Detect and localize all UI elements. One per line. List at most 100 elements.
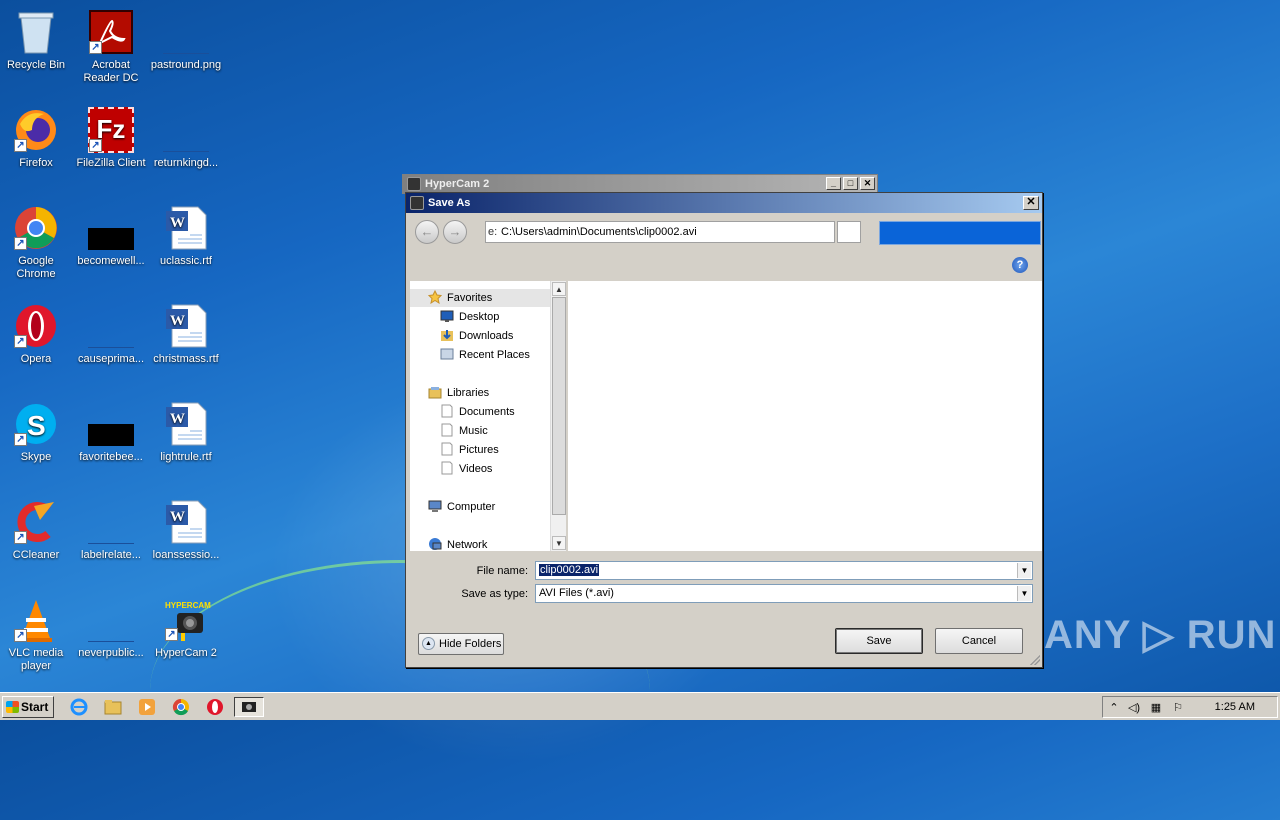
desktop-icon-pastround[interactable]: pastround.png <box>148 8 224 72</box>
hide-folders-button[interactable]: ▲ Hide Folders <box>418 633 504 655</box>
address-bar[interactable]: e: C:\Users\admin\Documents\clip0002.avi <box>485 221 835 243</box>
desktop-icon-label: becomewell... <box>77 255 145 267</box>
file-name-field[interactable]: clip0002.avi ▼ <box>535 561 1033 580</box>
file-thumbnail-icon <box>87 498 135 546</box>
desktop-icon-returnkingd[interactable]: returnkingd... <box>148 106 224 170</box>
taskbar-media-player-icon[interactable] <box>136 697 158 717</box>
save-as-type-select[interactable]: AVI Files (*.avi) ▼ <box>535 584 1033 603</box>
desktop-icon-ccleaner[interactable]: ↗ CCleaner <box>0 498 74 562</box>
search-input[interactable] <box>879 221 1041 245</box>
system-tray: ⌃ ◁) ▦ ⚐ 1:25 AM <box>1102 696 1278 718</box>
hypercam-window[interactable]: HyperCam 2 _ □ ✕ <box>402 174 878 194</box>
dialog-close-button[interactable]: ✕ <box>1023 196 1039 210</box>
desktop-icon-acrobat[interactable]: ↗ Acrobat Reader DC <box>73 8 149 85</box>
tree-item-libraries[interactable]: Libraries <box>410 384 489 402</box>
resize-grip[interactable] <box>1030 655 1040 665</box>
star-icon <box>427 289 443 305</box>
tree-item-computer[interactable]: Computer <box>410 498 495 516</box>
chevron-down-icon[interactable]: ▼ <box>1017 563 1031 578</box>
recycle-bin-icon <box>12 8 60 56</box>
file-list-pane[interactable] <box>568 281 1042 551</box>
start-button[interactable]: Start <box>2 696 54 718</box>
tree-item-network[interactable]: Network <box>410 536 487 551</box>
anyrun-watermark: ANY ▷ RUN <box>1044 613 1277 657</box>
hypercam-title: HyperCam 2 <box>425 178 490 190</box>
save-as-dialog[interactable]: Save As ✕ ← → e: C:\Users\admin\Document… <box>405 192 1043 668</box>
clock[interactable]: 1:25 AM <box>1215 697 1255 717</box>
cancel-button[interactable]: Cancel <box>935 628 1023 654</box>
chevron-down-icon[interactable]: ▼ <box>1017 586 1031 601</box>
taskbar-chrome-icon[interactable] <box>170 697 192 717</box>
desktop-icon-label: Google Chrome <box>16 255 56 280</box>
scrollbar-thumb[interactable] <box>552 297 566 515</box>
back-button[interactable]: ← <box>415 220 439 244</box>
desktop-icon-causeprima[interactable]: causeprima... <box>73 302 149 366</box>
desktop-icon-label: Acrobat Reader DC <box>83 59 139 84</box>
taskbar: Start ⌃ ◁) ▦ ⚐ 1:25 AM <box>0 692 1280 720</box>
desktop-icon-skype[interactable]: S ↗ Skype <box>0 400 74 464</box>
desktop-icon-label: HyperCam 2 <box>155 647 217 659</box>
save-button[interactable]: Save <box>835 628 923 654</box>
desktop-icon-label: causeprima... <box>77 353 145 365</box>
desktop-icon-label: FileZilla Client <box>76 157 146 169</box>
desktop-icon-becomewell[interactable]: becomewell... <box>73 204 149 268</box>
desktop-icon-uclassic[interactable]: W uclassic.rtf <box>148 204 224 268</box>
tree-item-music[interactable]: Music <box>410 422 488 440</box>
tree-item-videos[interactable]: Videos <box>410 460 492 478</box>
scroll-up-arrow-icon[interactable]: ▲ <box>552 282 566 296</box>
ccleaner-icon: ↗ <box>12 498 60 546</box>
desktop-icon-firefox[interactable]: ↗ Firefox <box>0 106 74 170</box>
word-document-icon: W <box>162 302 210 350</box>
tree-item-favorites[interactable]: Favorites <box>410 289 550 307</box>
save-as-type-value: AVI Files (*.avi) <box>539 587 614 599</box>
action-center-flag-icon[interactable]: ⚐ <box>1171 701 1185 715</box>
desktop-icon-labelrelate[interactable]: labelrelate... <box>73 498 149 562</box>
desktop-icon-favoritebee[interactable]: favoritebee... <box>73 400 149 464</box>
skype-icon: S ↗ <box>12 400 60 448</box>
minimize-button[interactable]: _ <box>826 177 841 190</box>
tree-item-pictures[interactable]: Pictures <box>410 441 499 459</box>
taskbar-hypercam-icon[interactable] <box>234 697 264 717</box>
desktop-icon-recycle-bin[interactable]: Recycle Bin <box>0 8 74 72</box>
computer-icon <box>428 499 442 513</box>
desktop-icon-opera[interactable]: ↗ Opera <box>0 302 74 366</box>
volume-icon[interactable]: ◁) <box>1127 701 1141 715</box>
desktop-icon-hypercam[interactable]: HYPERCAM ↗ HyperCam 2 <box>148 596 224 660</box>
desktop-folder-icon <box>440 309 454 323</box>
desktop-icon-label: Opera <box>20 353 52 365</box>
taskbar-ie-icon[interactable] <box>68 697 90 717</box>
maximize-button[interactable]: □ <box>843 177 858 190</box>
network-tray-icon[interactable]: ▦ <box>1149 701 1163 715</box>
forward-button[interactable]: → <box>443 220 467 244</box>
taskbar-explorer-icon[interactable] <box>102 697 124 717</box>
help-icon[interactable]: ? <box>1012 257 1028 273</box>
desktop-icon-filezilla[interactable]: Fz ↗ FileZilla Client <box>73 106 149 170</box>
tree-item-downloads[interactable]: Downloads <box>410 327 513 345</box>
navigation-pane-scrollbar[interactable]: ▲ ▼ <box>550 281 566 551</box>
tree-item-documents[interactable]: Documents <box>410 403 515 421</box>
taskbar-opera-icon[interactable] <box>204 697 226 717</box>
navigation-pane[interactable]: Favorites Desktop Downloads Recent Place… <box>410 281 550 551</box>
tree-item-recent-places[interactable]: Recent Places <box>410 346 530 364</box>
desktop-icon-label: loanssessio... <box>152 549 220 561</box>
desktop-icon-neverpublic[interactable]: neverpublic... <box>73 596 149 660</box>
vlc-icon: ↗ <box>12 596 60 644</box>
desktop-icon-chrome[interactable]: ↗ Google Chrome <box>0 204 74 281</box>
tree-item-desktop[interactable]: Desktop <box>410 308 499 326</box>
hypercam-titlebar[interactable]: HyperCam 2 _ □ ✕ <box>403 175 877 193</box>
scroll-down-arrow-icon[interactable]: ▼ <box>552 536 566 550</box>
show-hidden-icons-icon[interactable]: ⌃ <box>1107 701 1121 715</box>
close-button[interactable]: ✕ <box>860 177 875 190</box>
address-dropdown[interactable] <box>837 221 861 243</box>
save-as-type-label: Save as type: <box>461 588 528 600</box>
network-icon <box>428 537 442 551</box>
desktop-icon-lightrule[interactable]: W lightrule.rtf <box>148 400 224 464</box>
dialog-titlebar[interactable]: Save As ✕ <box>406 193 1042 213</box>
videos-icon <box>440 461 454 475</box>
document-icon <box>440 404 454 418</box>
desktop-icon-vlc[interactable]: ↗ VLC media player <box>0 596 74 673</box>
desktop-icon-loanssessio[interactable]: W loanssessio... <box>148 498 224 562</box>
music-icon <box>440 423 454 437</box>
desktop-icon-christmass[interactable]: W christmass.rtf <box>148 302 224 366</box>
desktop-icon-label: lightrule.rtf <box>160 451 212 463</box>
